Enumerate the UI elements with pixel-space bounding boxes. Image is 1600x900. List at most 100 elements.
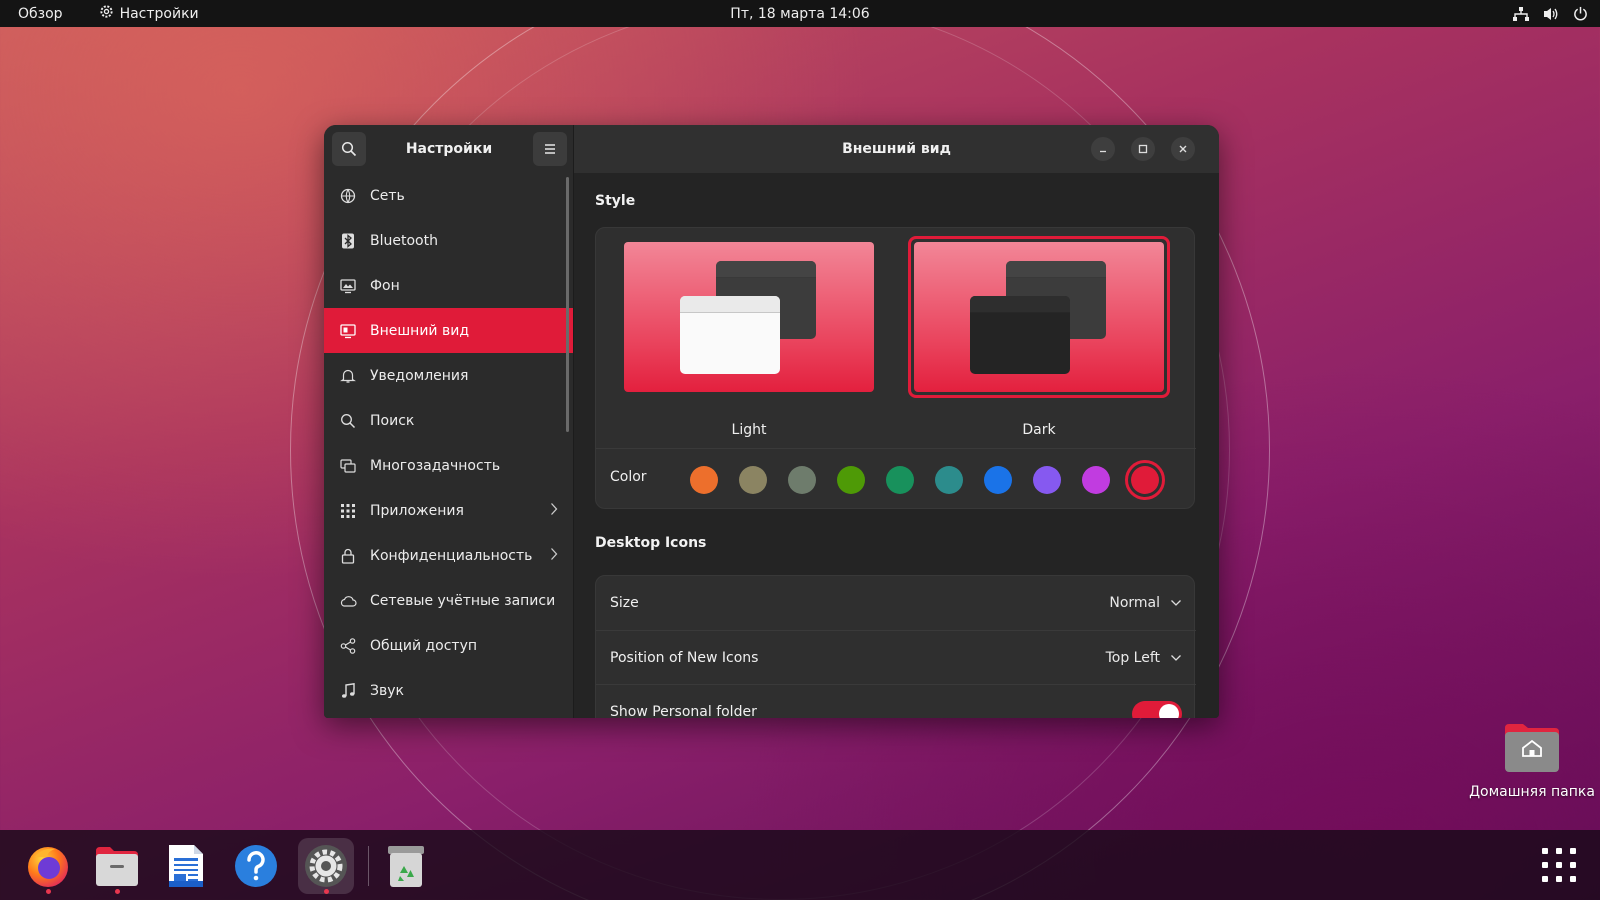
sidebar-item-background[interactable]: Фон bbox=[324, 263, 573, 308]
settings-gear-icon bbox=[99, 4, 114, 23]
personal-folder-label: Show Personal folder bbox=[610, 703, 757, 719]
accent-color-swatch[interactable] bbox=[1082, 466, 1110, 494]
sidebar-item-multitasking[interactable]: Многозадачность bbox=[324, 443, 573, 488]
icon-size-dropdown[interactable]: Normal bbox=[1109, 595, 1182, 611]
sidebar-item-appearance[interactable]: Внешний вид bbox=[324, 308, 573, 353]
style-light-option[interactable] bbox=[624, 242, 874, 392]
sidebar-item-sound[interactable]: Звук bbox=[324, 668, 573, 713]
sidebar-item-label: Многозадачность bbox=[370, 457, 501, 474]
search-icon bbox=[338, 411, 358, 431]
accent-color-swatch[interactable] bbox=[788, 466, 816, 494]
cloud-icon bbox=[338, 591, 358, 611]
lock-icon bbox=[338, 546, 358, 566]
hamburger-icon bbox=[545, 144, 555, 154]
sidebar-item-label: Уведомления bbox=[370, 367, 469, 384]
sidebar: Сеть Bluetooth Фон Внешний вид Уведомлен… bbox=[324, 173, 574, 718]
activities-button[interactable]: Обзор bbox=[18, 6, 63, 22]
help-icon bbox=[235, 845, 277, 887]
personal-folder-row[interactable]: Show Personal folder bbox=[596, 684, 1196, 718]
maximize-button[interactable] bbox=[1131, 137, 1155, 161]
dock-writer[interactable] bbox=[158, 838, 214, 894]
writer-icon bbox=[169, 845, 203, 887]
trash-icon bbox=[388, 846, 424, 887]
icon-position-row[interactable]: Position of New Icons Top Left bbox=[596, 630, 1196, 684]
minimize-button[interactable] bbox=[1091, 137, 1115, 161]
home-folder-icon bbox=[1503, 722, 1561, 774]
style-light-label: Light bbox=[731, 422, 767, 438]
running-indicator bbox=[46, 889, 51, 894]
accent-color-swatch[interactable] bbox=[886, 466, 914, 494]
dock-help[interactable] bbox=[228, 838, 284, 894]
sidebar-item-notifications[interactable]: Уведомления bbox=[324, 353, 573, 398]
system-tray[interactable] bbox=[1513, 0, 1588, 27]
style-card: Light Dark Color bbox=[595, 227, 1196, 509]
top-bar: Обзор Настройки Пт, 18 марта 14:06 bbox=[0, 0, 1600, 27]
sidebar-header: Настройки bbox=[324, 125, 574, 173]
sidebar-item-label: Сетевые учётные записи bbox=[370, 592, 556, 609]
icon-size-value: Normal bbox=[1109, 595, 1160, 611]
close-icon bbox=[1179, 145, 1187, 153]
power-icon[interactable] bbox=[1573, 6, 1588, 21]
desktop-icons-section-title: Desktop Icons bbox=[595, 535, 707, 551]
preview-window-front bbox=[680, 296, 780, 374]
settings-window: Настройки Внешний вид Сеть Bluetooth Фон… bbox=[324, 125, 1219, 718]
sidebar-scrollbar[interactable] bbox=[566, 177, 569, 432]
dock-settings[interactable] bbox=[298, 838, 354, 894]
files-icon bbox=[96, 847, 138, 886]
app-menu-button[interactable]: Настройки bbox=[99, 4, 199, 23]
sidebar-item-label: Поиск bbox=[370, 412, 415, 429]
selected-style-ring bbox=[908, 236, 1170, 398]
desktop-icons-card: Size Normal Position of New Icons Top Le… bbox=[595, 575, 1196, 718]
window-header: Настройки Внешний вид bbox=[324, 125, 1219, 173]
accent-color-swatch[interactable] bbox=[984, 466, 1012, 494]
monitor-icon bbox=[338, 276, 358, 296]
appearance-icon bbox=[338, 321, 358, 341]
accent-color-swatch[interactable] bbox=[1131, 466, 1159, 494]
dock bbox=[0, 830, 1600, 900]
accent-color-swatch[interactable] bbox=[690, 466, 718, 494]
accent-color-swatch[interactable] bbox=[739, 466, 767, 494]
icon-position-value: Top Left bbox=[1105, 649, 1160, 666]
sidebar-item-label: Bluetooth bbox=[370, 232, 438, 249]
multitask-icon bbox=[338, 456, 358, 476]
icon-position-dropdown[interactable]: Top Left bbox=[1106, 650, 1182, 666]
settings-icon bbox=[305, 845, 347, 887]
accent-color-swatch[interactable] bbox=[837, 466, 865, 494]
bluetooth-icon bbox=[338, 231, 358, 251]
maximize-icon bbox=[1138, 144, 1148, 154]
dock-trash[interactable] bbox=[378, 838, 434, 894]
appearance-panel: Style Light Dark Color Desktop Icons Siz… bbox=[575, 173, 1219, 718]
app-name: Настройки bbox=[119, 5, 199, 22]
accent-color-swatch[interactable] bbox=[1033, 466, 1061, 494]
sidebar-item-label: Общий доступ bbox=[370, 637, 478, 654]
sidebar-item-applications[interactable]: Приложения bbox=[324, 488, 573, 533]
dock-files[interactable] bbox=[89, 838, 145, 894]
music-note-icon bbox=[338, 681, 358, 701]
network-icon[interactable] bbox=[1513, 6, 1529, 21]
personal-folder-toggle[interactable] bbox=[1132, 701, 1182, 718]
dock-firefox[interactable] bbox=[20, 838, 76, 894]
apps-grid-icon bbox=[338, 501, 358, 521]
icon-size-row[interactable]: Size Normal bbox=[596, 576, 1196, 630]
running-indicator bbox=[324, 889, 329, 894]
main-menu-button[interactable] bbox=[533, 132, 567, 166]
sidebar-item-network[interactable]: Сеть bbox=[324, 173, 573, 218]
desktop-home-folder[interactable]: Домашняя папка bbox=[1468, 722, 1596, 800]
style-section-title: Style bbox=[595, 193, 636, 209]
sidebar-item-label: Конфиденциальность bbox=[370, 547, 533, 564]
sidebar-item-privacy[interactable]: Конфиденциальность bbox=[324, 533, 573, 578]
sidebar-item-sharing[interactable]: Общий доступ bbox=[324, 623, 573, 668]
running-indicator bbox=[115, 889, 120, 894]
accent-color-swatch[interactable] bbox=[935, 466, 963, 494]
dock-separator bbox=[368, 846, 369, 886]
sidebar-item-search[interactable]: Поиск bbox=[324, 398, 573, 443]
page-title: Внешний вид bbox=[842, 141, 951, 157]
show-apps-button[interactable] bbox=[1542, 848, 1576, 882]
chevron-down-icon bbox=[1171, 600, 1181, 606]
sidebar-item-online-accounts[interactable]: Сетевые учётные записи bbox=[324, 578, 573, 623]
clock[interactable]: Пт, 18 марта 14:06 bbox=[0, 6, 1600, 22]
volume-icon[interactable] bbox=[1543, 7, 1559, 21]
close-button[interactable] bbox=[1171, 137, 1195, 161]
sidebar-item-bluetooth[interactable]: Bluetooth bbox=[324, 218, 573, 263]
sidebar-item-label: Звук bbox=[370, 682, 404, 699]
